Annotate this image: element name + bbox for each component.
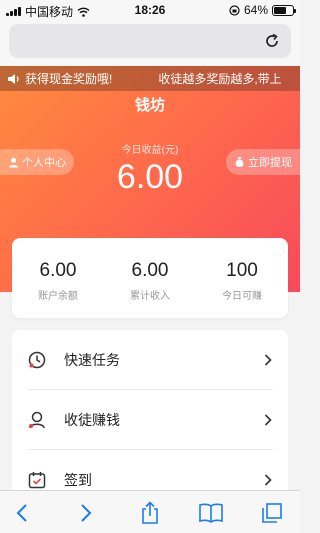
orientation-lock-icon <box>229 4 240 16</box>
stat-earnable-today: 100 今日可赚 <box>196 238 288 318</box>
status-right: 64% <box>229 3 296 17</box>
book-icon <box>199 503 223 523</box>
stat-value: 6.00 <box>39 260 77 281</box>
back-button[interactable] <box>9 500 35 526</box>
chevron-right-icon <box>264 474 272 486</box>
menu-item-recruit[interactable]: 收徒赚钱 <box>12 390 288 450</box>
menu-item-label: 签到 <box>64 472 92 488</box>
url-field[interactable] <box>9 24 291 58</box>
menu-item-quick-tasks[interactable]: 快速任务 <box>12 330 288 390</box>
tabs-button[interactable] <box>259 500 285 526</box>
stat-value: 6.00 <box>131 260 169 281</box>
menu-item-label: 收徒赚钱 <box>64 412 120 428</box>
clock-icon <box>28 351 46 369</box>
withdraw-button-label: 立即提现 <box>248 157 292 169</box>
speaker-icon <box>7 73 20 85</box>
stat-label: 今日可赚 <box>222 291 262 302</box>
stats-card: 6.00 账户余额 6.00 累计收入 100 今日可赚 <box>12 238 288 318</box>
bookmarks-button[interactable] <box>198 500 224 526</box>
notice-message-2: 收徒越多奖励越多,带上 <box>158 72 282 86</box>
chevron-right-icon <box>264 354 272 366</box>
forward-button[interactable] <box>73 500 99 526</box>
reload-icon[interactable] <box>263 32 281 50</box>
menu-item-label: 快速任务 <box>64 352 120 368</box>
share-button[interactable] <box>137 500 163 526</box>
money-bag-icon <box>235 157 244 167</box>
notice-marquee: 获得现金奖励哦! 收徒越多奖励越多,带上 <box>0 66 300 91</box>
stat-label: 账户余额 <box>38 291 78 302</box>
battery-icon <box>272 4 296 16</box>
calendar-check-icon <box>28 472 46 489</box>
chevron-right-icon <box>81 504 92 522</box>
user-icon <box>29 411 45 429</box>
browser-toolbar <box>0 490 300 533</box>
chevron-left-icon <box>16 504 27 522</box>
page-title: 钱坊 <box>134 97 165 114</box>
browser-address-bar <box>0 20 300 66</box>
stat-account-balance: 6.00 账户余额 <box>12 238 104 318</box>
notice-message-1: 获得现金奖励哦! <box>25 72 113 86</box>
tabs-icon <box>262 503 282 523</box>
stat-label: 累计收入 <box>130 291 170 302</box>
withdraw-button[interactable]: 立即提现 <box>226 149 300 175</box>
status-bar: 中国移动 18:26 64% <box>0 0 300 20</box>
stat-value: 100 <box>226 260 258 281</box>
chevron-right-icon <box>264 414 272 426</box>
battery-percent: 64% <box>243 3 268 17</box>
share-icon <box>142 501 158 524</box>
stat-total-income: 6.00 累计收入 <box>104 238 196 318</box>
